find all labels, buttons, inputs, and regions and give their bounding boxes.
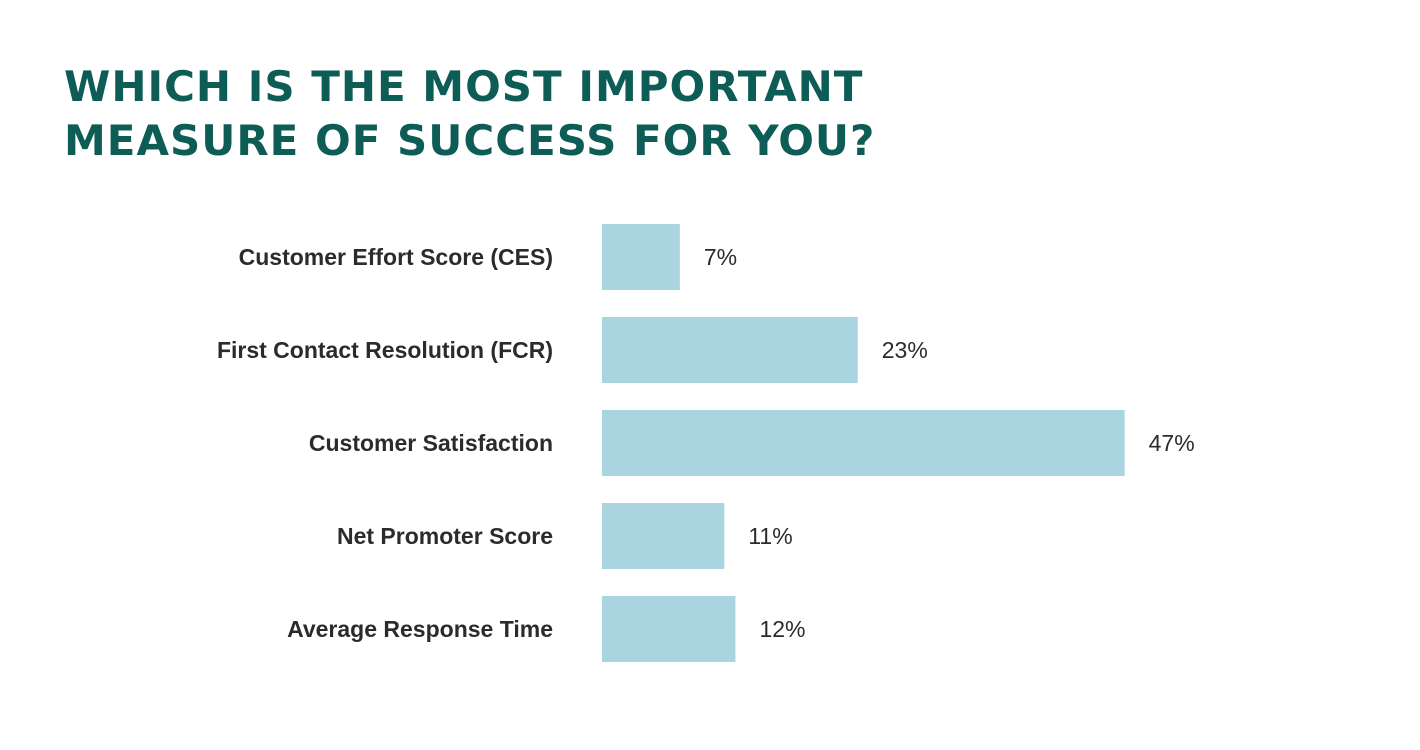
value-label-4: 12% [759,616,805,642]
category-label-3: Net Promoter Score [337,523,553,549]
bar-0 [602,224,680,290]
category-label-0: Customer Effort Score (CES) [239,244,553,270]
category-label-4: Average Response Time [287,616,553,642]
bar-chart: Customer Effort Score (CES) 7% First Conta… [217,224,1195,662]
bar-3 [602,503,725,569]
category-label-2: Customer Satisfaction [309,430,553,456]
value-label-3: 11% [748,523,792,549]
value-label-2: 47% [1149,430,1195,456]
value-label-1: 23% [882,337,928,363]
bar-2 [602,410,1125,476]
bar-1 [602,317,858,383]
bar-4 [602,596,736,662]
category-label-1: First Contact Resolution (FCR) [217,337,553,363]
value-label-0: 7% [704,244,737,270]
